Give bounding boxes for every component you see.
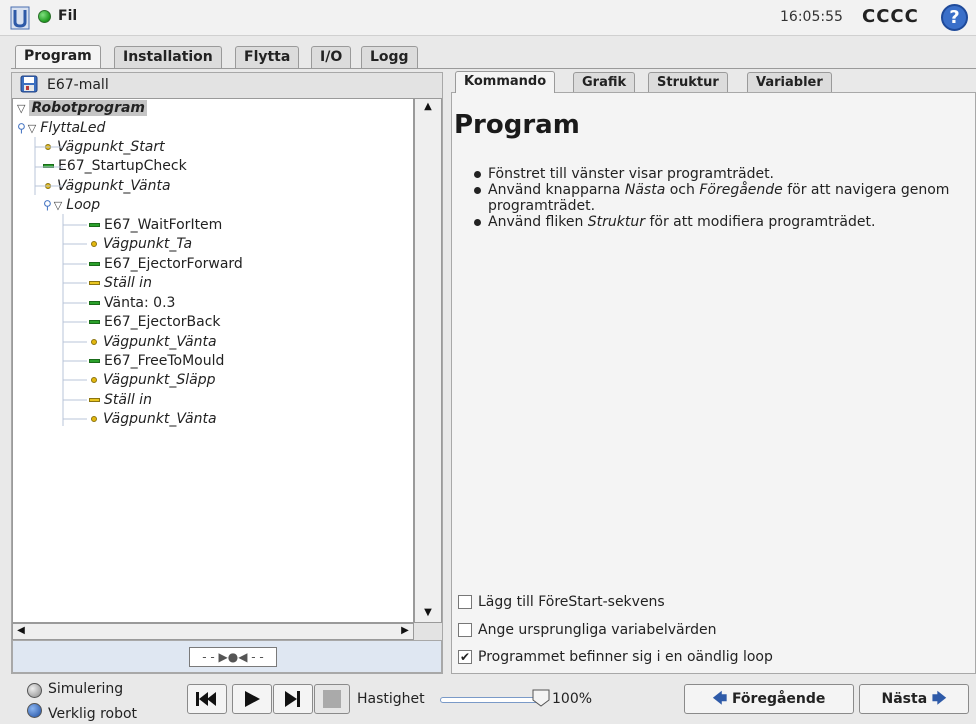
universal-robots-logo-icon bbox=[10, 6, 30, 30]
bullet-text: för att navigera genom bbox=[782, 182, 950, 198]
program-tree: ▽ Robotprogram ⚲ ▽ FlyttaLed Vägpunkt_Start E6… bbox=[12, 98, 414, 623]
scroll-up-icon[interactable]: ▲ bbox=[415, 101, 441, 112]
play-button[interactable] bbox=[232, 684, 272, 714]
tab-installation[interactable]: Installation bbox=[114, 46, 222, 68]
bullet-emphasis: Föregående bbox=[699, 182, 783, 198]
skip-back-icon bbox=[196, 692, 216, 706]
radio-real-robot[interactable] bbox=[27, 703, 42, 718]
tree-guide-lines bbox=[34, 137, 87, 426]
checkbox-box[interactable] bbox=[458, 595, 472, 609]
tab-io[interactable]: I/O bbox=[311, 46, 352, 68]
save-file-icon[interactable] bbox=[20, 75, 38, 93]
tab-program[interactable]: Program bbox=[15, 45, 101, 69]
help-bullet-list: Fönstret till vänster visar programträde… bbox=[472, 166, 962, 230]
help-icon[interactable]: ? bbox=[941, 4, 968, 31]
skip-back-button[interactable] bbox=[187, 684, 227, 714]
status-indicator-icon bbox=[38, 10, 51, 23]
next-button[interactable]: Nästa 🡆 bbox=[859, 684, 969, 714]
tab-divider bbox=[11, 68, 976, 69]
help-bullet: Fönstret till vänster visar programträde… bbox=[472, 166, 962, 182]
scroll-right-icon[interactable]: ▶ bbox=[399, 625, 411, 636]
speed-slider-track[interactable] bbox=[440, 697, 540, 703]
checkbox-label: Lägg till FöreStart-sekvens bbox=[478, 594, 665, 610]
speed-slider-thumb-icon[interactable] bbox=[531, 688, 551, 708]
radio-simulation[interactable] bbox=[27, 683, 42, 698]
tree-expand-collapse-icon[interactable]: - - ▶●◀ - - bbox=[189, 647, 277, 667]
step-button[interactable] bbox=[273, 684, 313, 714]
checkbox-infinite-loop[interactable]: ✔ Programmet befinner sig i en oändlig lo… bbox=[458, 649, 773, 665]
checkbox-label: Ange ursprungliga variabelvärden bbox=[478, 622, 717, 638]
help-bullet: Använd fliken Struktur för att modifiera… bbox=[472, 214, 962, 230]
bullet-text: Fönstret till vänster visar programträde… bbox=[488, 166, 775, 182]
next-button-label: Nästa bbox=[881, 691, 928, 707]
file-menu[interactable]: Fil bbox=[58, 8, 77, 24]
clock: 16:05:55 bbox=[780, 9, 843, 25]
tab-logg[interactable]: Logg bbox=[361, 46, 418, 68]
play-icon bbox=[245, 691, 260, 707]
tree-horizontal-scrollbar[interactable]: ◀ ▶ bbox=[12, 623, 414, 640]
bullet-text: Använd fliken bbox=[488, 214, 588, 230]
stop-button[interactable] bbox=[314, 684, 350, 714]
bullet-text: för att modifiera programträdet. bbox=[645, 214, 876, 230]
speed-value: 100% bbox=[552, 691, 593, 707]
help-bullet: Använd knapparna Nästa och Föregående fö… bbox=[472, 182, 962, 214]
step-icon bbox=[285, 691, 300, 707]
scroll-left-icon[interactable]: ◀ bbox=[15, 625, 27, 636]
checkbox-box-checked[interactable]: ✔ bbox=[458, 650, 472, 664]
checkbox-label: Programmet befinner sig i en oändlig loo… bbox=[478, 649, 773, 665]
bullet-emphasis: Struktur bbox=[587, 214, 646, 230]
tab-kommando[interactable]: Kommando bbox=[455, 71, 556, 93]
tab-grafik[interactable]: Grafik bbox=[573, 72, 636, 92]
stop-icon bbox=[323, 690, 341, 708]
robot-name: CCCC bbox=[862, 6, 919, 27]
radio-real-robot-label: Verklig robot bbox=[48, 706, 138, 722]
checkbox-initial-variables[interactable]: Ange ursprungliga variabelvärden bbox=[458, 622, 717, 638]
scroll-corner bbox=[414, 623, 442, 640]
bullet-text: och bbox=[665, 182, 700, 198]
arrow-right-icon: 🡆 bbox=[932, 691, 947, 707]
tab-struktur[interactable]: Struktur bbox=[648, 72, 728, 92]
radio-simulation-label: Simulering bbox=[48, 681, 124, 697]
page-title: Program bbox=[454, 110, 580, 140]
tab-flytta[interactable]: Flytta bbox=[235, 46, 300, 68]
previous-button[interactable]: 🡄 Föregående bbox=[684, 684, 854, 714]
arrow-left-icon: 🡄 bbox=[712, 691, 728, 707]
checkbox-prestart-sequence[interactable]: Lägg till FöreStart-sekvens bbox=[458, 594, 665, 610]
bullet-text: programträdet. bbox=[488, 198, 596, 214]
tree-vertical-scrollbar[interactable]: ▲ ▼ bbox=[414, 98, 442, 623]
speed-label: Hastighet bbox=[357, 691, 425, 707]
checkbox-box[interactable] bbox=[458, 623, 472, 637]
program-file-name: E67-mall bbox=[47, 77, 109, 93]
tab-variabler[interactable]: Variabler bbox=[747, 72, 832, 92]
bullet-emphasis: Nästa bbox=[624, 182, 666, 198]
scroll-down-icon[interactable]: ▼ bbox=[415, 607, 441, 618]
previous-button-label: Föregående bbox=[731, 691, 826, 707]
bullet-text: Använd knapparna bbox=[488, 182, 625, 198]
